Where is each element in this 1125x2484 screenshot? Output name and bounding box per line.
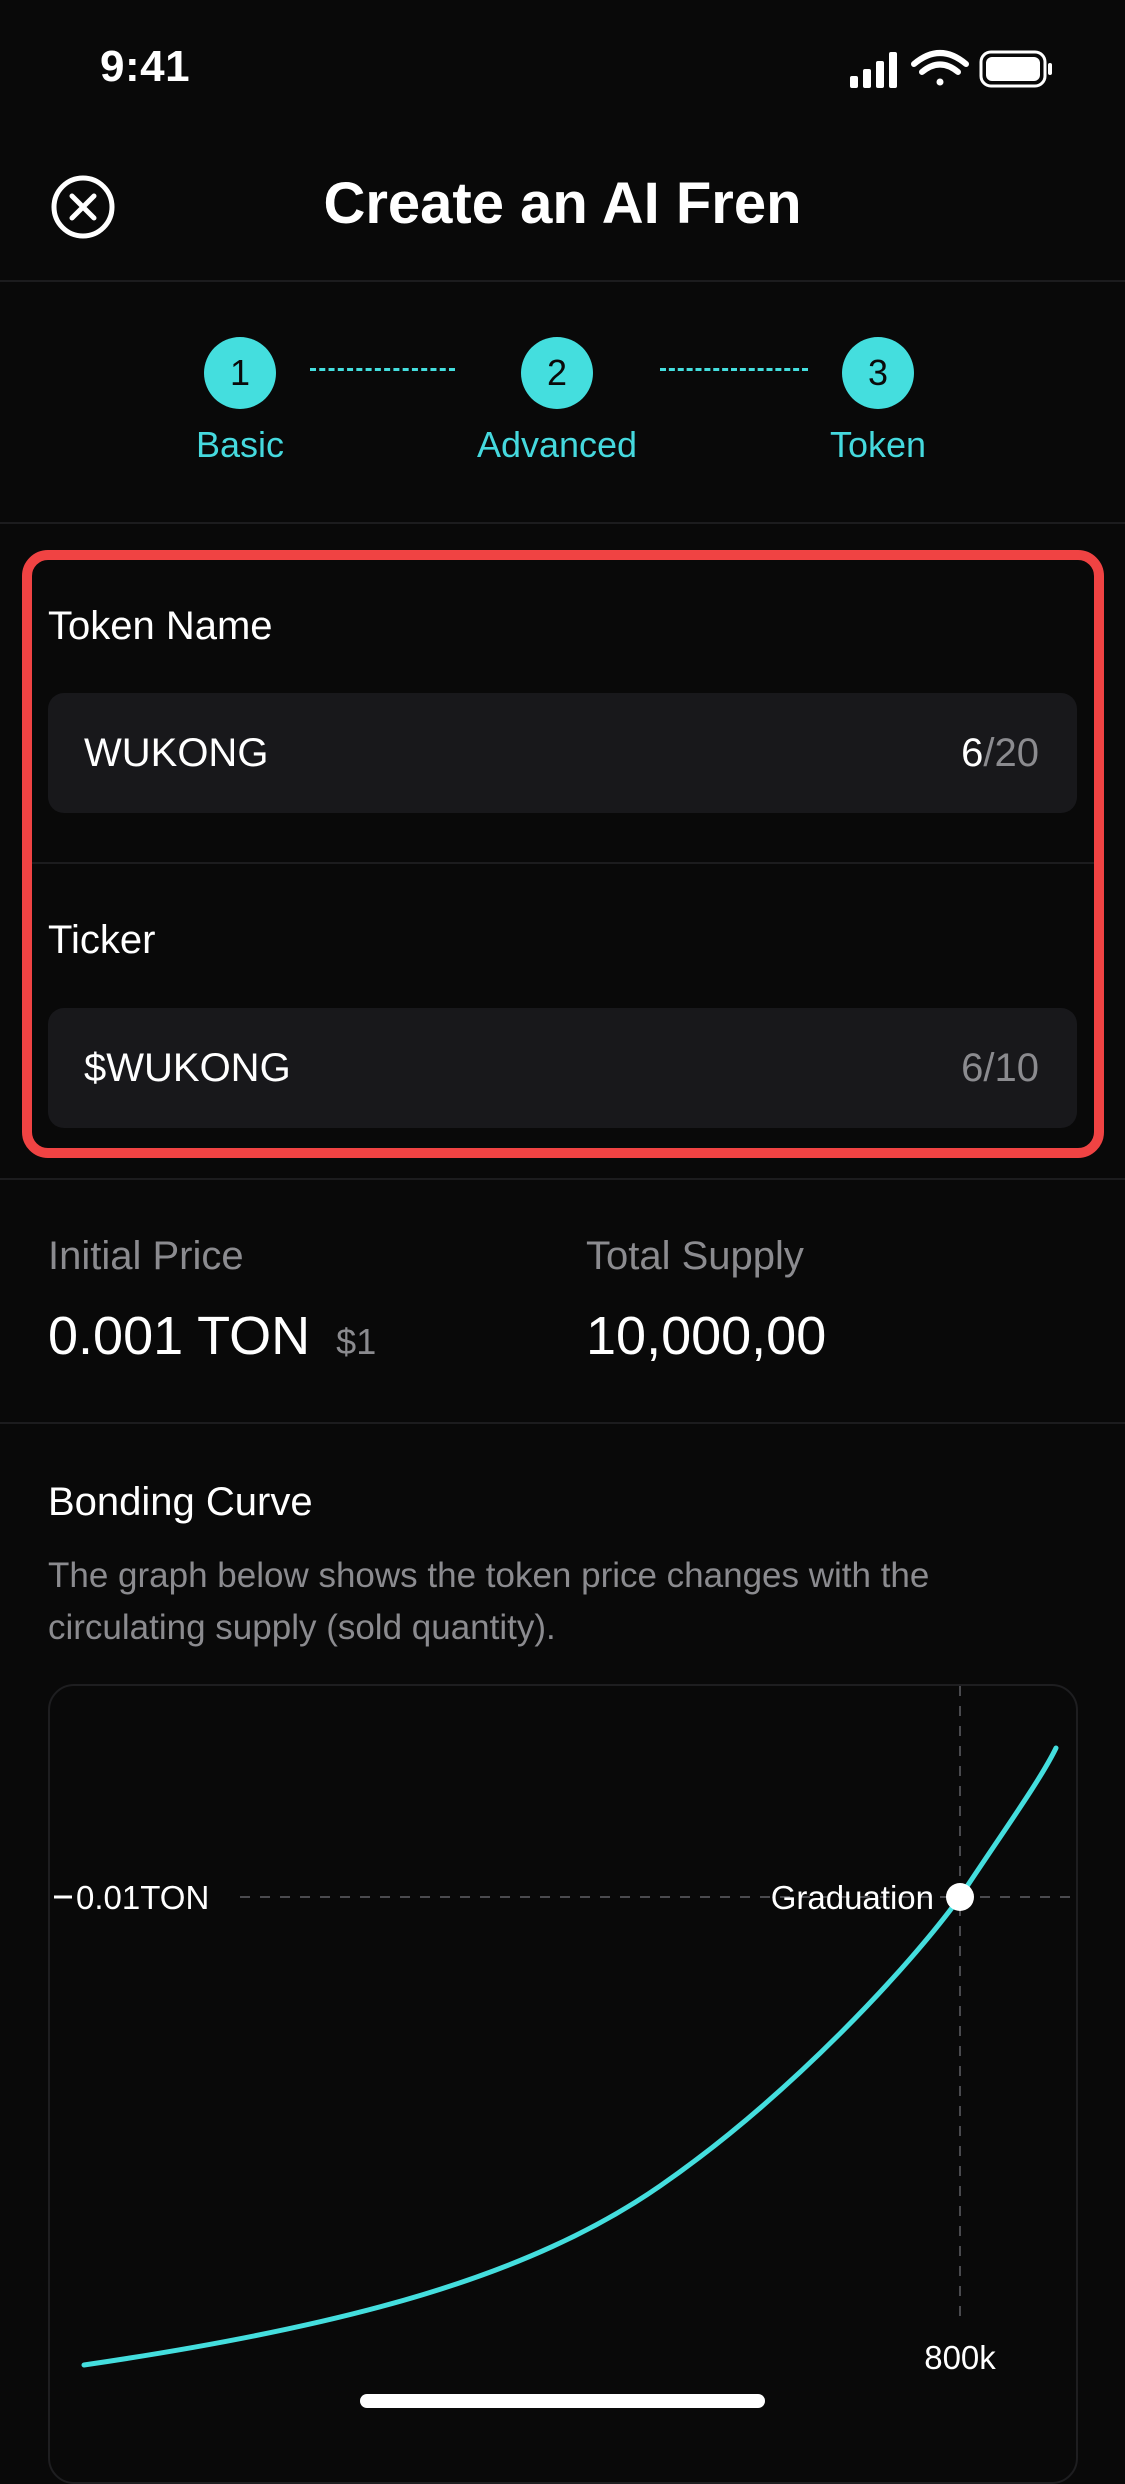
header-divider	[0, 280, 1125, 282]
total-supply-label: Total Supply	[586, 1234, 804, 1278]
x-marker-label: 800k	[924, 2339, 996, 2376]
step-2-label: Advanced	[476, 424, 638, 465]
total-supply-value: 10,000,00	[586, 1306, 827, 1366]
page-title: Create an AI Fren	[323, 171, 802, 236]
cellular-signal-icon	[850, 52, 897, 88]
bonding-curve-line	[81, 1745, 1059, 2368]
graduation-point	[946, 1883, 974, 1911]
step-3-indicator[interactable]: 3	[842, 337, 914, 409]
bonding-curve-description: The graph below shows the token price ch…	[48, 1556, 930, 1647]
section-divider	[0, 1178, 1125, 1180]
highlight-box	[22, 550, 1104, 1158]
battery-icon	[979, 50, 1052, 88]
graduation-label: Graduation	[771, 1879, 934, 1916]
bonding-curve-title: Bonding Curve	[48, 1480, 313, 1524]
step-3-label: Token	[829, 424, 927, 465]
home-indicator	[360, 2394, 765, 2408]
step-connector-1	[310, 368, 455, 371]
step-connector-2	[660, 368, 808, 371]
y-marker-label: 0.01TON	[76, 1879, 209, 1916]
step-1-indicator[interactable]: 1	[204, 337, 276, 409]
wifi-icon	[911, 50, 969, 86]
initial-price-usd: $1	[336, 1321, 377, 1362]
initial-price-value: 0.001 TON $1	[48, 1306, 377, 1366]
bonding-curve-chart: 0.01TON Graduation 800k	[48, 1684, 1078, 2484]
stepper-divider	[0, 522, 1125, 524]
section-divider-2	[0, 1422, 1125, 1424]
status-time: 9:41	[100, 42, 191, 91]
step-1-label: Basic	[195, 424, 285, 465]
status-icons	[850, 50, 1052, 88]
step-2-indicator[interactable]: 2	[521, 337, 593, 409]
initial-price-label: Initial Price	[48, 1234, 244, 1278]
